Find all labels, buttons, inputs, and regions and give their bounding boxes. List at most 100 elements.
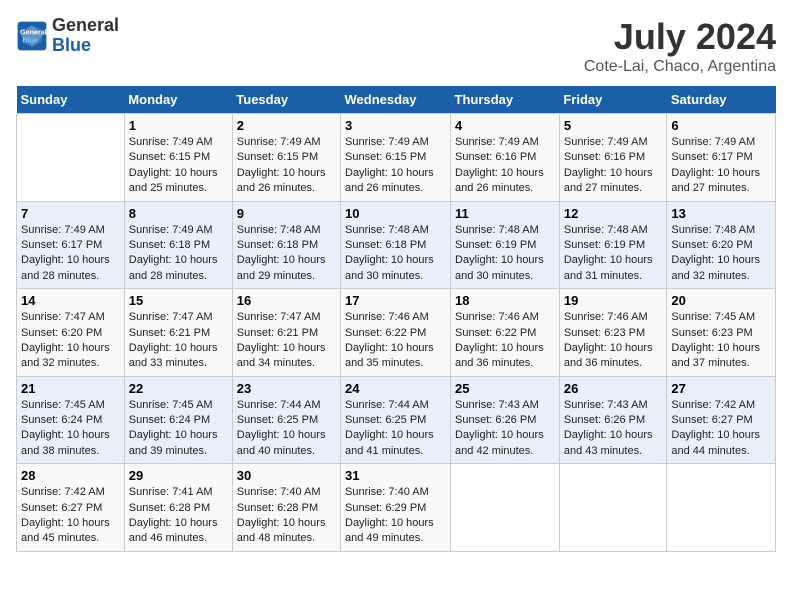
calendar-cell: 20Sunrise: 7:45 AM Sunset: 6:23 PM Dayli… [667,289,776,377]
calendar-week-row: 21 Sunrise: 7:45 AM Sunset: 6:24 PM Dayli… [17,376,776,464]
logo-icon: General Blue [16,20,48,52]
calendar-header: SundayMondayTuesdayWednesdayThursdayFrid… [17,86,776,114]
day-number: 18 [455,293,555,308]
page-header: General Blue General Blue July 2024 Cote… [16,16,776,76]
day-number: 15 [129,293,228,308]
calendar-cell: 10Sunrise: 7:48 AM Sunset: 6:18 PM Dayli… [341,201,451,289]
calendar-cell: 28 Sunrise: 7:42 AM Sunset: 6:27 PM Dayli… [17,464,125,552]
logo: General Blue General Blue [16,16,119,56]
day-info: Sunrise: 7:49 AM Sunset: 6:15 PM Dayligh… [129,135,228,197]
calendar-cell: 2Sunrise: 7:49 AM Sunset: 6:15 PM Daylig… [232,114,340,202]
day-info: Sunrise: 7:42 AM Sunset: 6:27 PM Dayligh… [671,398,771,460]
day-number: 17 [345,293,446,308]
day-number: 24 [345,381,446,396]
header-day: Wednesday [341,86,451,114]
calendar-cell: 3 Sunrise: 7:49 AM Sunset: 6:15 PM Daylig… [341,114,451,202]
calendar-cell: 16Sunrise: 7:47 AM Sunset: 6:21 PM Dayli… [232,289,340,377]
day-number: 1 [129,118,228,133]
calendar-cell: 13 Sunrise: 7:48 AM Sunset: 6:20 PM Dayli… [667,201,776,289]
main-title: July 2024 [584,16,776,58]
calendar-cell [667,464,776,552]
day-number: 3 [345,118,446,133]
calendar-cell: 12 Sunrise: 7:48 AM Sunset: 6:19 PM Dayli… [559,201,667,289]
day-info: Sunrise: 7:49 AM Sunset: 6:16 PM Dayligh… [455,135,555,197]
day-number: 25 [455,381,555,396]
day-info: Sunrise: 7:44 AM Sunset: 6:25 PM Dayligh… [345,398,446,460]
day-number: 12 [564,206,663,221]
calendar-cell: 6 Sunrise: 7:49 AM Sunset: 6:17 PM Daylig… [667,114,776,202]
calendar-cell: 26Sunrise: 7:43 AM Sunset: 6:26 PM Dayli… [559,376,667,464]
subtitle: Cote-Lai, Chaco, Argentina [584,58,776,76]
calendar-cell: 11 Sunrise: 7:48 AM Sunset: 6:19 PM Dayli… [451,201,560,289]
calendar-cell: 8 Sunrise: 7:49 AM Sunset: 6:18 PM Daylig… [124,201,232,289]
day-number: 9 [237,206,336,221]
calendar-cell: 5 Sunrise: 7:49 AM Sunset: 6:16 PM Daylig… [559,114,667,202]
calendar-week-row: 28 Sunrise: 7:42 AM Sunset: 6:27 PM Dayli… [17,464,776,552]
day-info: Sunrise: 7:46 AM Sunset: 6:22 PM Dayligh… [455,310,555,372]
header-day: Monday [124,86,232,114]
calendar-cell: 9 Sunrise: 7:48 AM Sunset: 6:18 PM Daylig… [232,201,340,289]
calendar-cell: 29Sunrise: 7:41 AM Sunset: 6:28 PM Dayli… [124,464,232,552]
day-number: 4 [455,118,555,133]
day-number: 19 [564,293,663,308]
calendar-week-row: 7 Sunrise: 7:49 AM Sunset: 6:17 PM Daylig… [17,201,776,289]
day-number: 23 [237,381,336,396]
day-info: Sunrise: 7:48 AM Sunset: 6:18 PM Dayligh… [345,223,446,285]
day-number: 31 [345,468,446,483]
calendar-cell: 21 Sunrise: 7:45 AM Sunset: 6:24 PM Dayli… [17,376,125,464]
calendar-cell [17,114,125,202]
calendar-cell: 7 Sunrise: 7:49 AM Sunset: 6:17 PM Daylig… [17,201,125,289]
day-info: Sunrise: 7:41 AM Sunset: 6:28 PM Dayligh… [129,485,228,547]
day-number: 21 [21,381,120,396]
svg-text:Blue: Blue [22,35,38,44]
calendar-cell [451,464,560,552]
header-day: Thursday [451,86,560,114]
day-number: 28 [21,468,120,483]
calendar-cell: 4 Sunrise: 7:49 AM Sunset: 6:16 PM Daylig… [451,114,560,202]
day-number: 5 [564,118,663,133]
day-info: Sunrise: 7:46 AM Sunset: 6:22 PM Dayligh… [345,310,446,372]
day-number: 30 [237,468,336,483]
calendar-week-row: 1 Sunrise: 7:49 AM Sunset: 6:15 PM Daylig… [17,114,776,202]
calendar-cell: 19Sunrise: 7:46 AM Sunset: 6:23 PM Dayli… [559,289,667,377]
header-day: Saturday [667,86,776,114]
day-info: Sunrise: 7:42 AM Sunset: 6:27 PM Dayligh… [21,485,120,547]
header-day: Friday [559,86,667,114]
day-info: Sunrise: 7:49 AM Sunset: 6:15 PM Dayligh… [237,135,336,197]
calendar-cell: 1 Sunrise: 7:49 AM Sunset: 6:15 PM Daylig… [124,114,232,202]
title-block: July 2024 Cote-Lai, Chaco, Argentina [584,16,776,76]
calendar-table: SundayMondayTuesdayWednesdayThursdayFrid… [16,86,776,552]
day-info: Sunrise: 7:40 AM Sunset: 6:28 PM Dayligh… [237,485,336,547]
day-number: 16 [237,293,336,308]
calendar-cell: 24 Sunrise: 7:44 AM Sunset: 6:25 PM Dayli… [341,376,451,464]
day-info: Sunrise: 7:45 AM Sunset: 6:24 PM Dayligh… [21,398,120,460]
day-info: Sunrise: 7:40 AM Sunset: 6:29 PM Dayligh… [345,485,446,547]
calendar-cell: 31 Sunrise: 7:40 AM Sunset: 6:29 PM Dayli… [341,464,451,552]
calendar-cell: 23Sunrise: 7:44 AM Sunset: 6:25 PM Dayli… [232,376,340,464]
day-number: 7 [21,206,120,221]
day-info: Sunrise: 7:49 AM Sunset: 6:18 PM Dayligh… [129,223,228,285]
day-number: 11 [455,206,555,221]
calendar-cell: 30 Sunrise: 7:40 AM Sunset: 6:28 PM Dayli… [232,464,340,552]
day-number: 6 [671,118,771,133]
day-info: Sunrise: 7:48 AM Sunset: 6:19 PM Dayligh… [564,223,663,285]
calendar-body: 1 Sunrise: 7:49 AM Sunset: 6:15 PM Daylig… [17,114,776,552]
day-info: Sunrise: 7:43 AM Sunset: 6:26 PM Dayligh… [455,398,555,460]
day-number: 13 [671,206,771,221]
day-info: Sunrise: 7:48 AM Sunset: 6:19 PM Dayligh… [455,223,555,285]
day-number: 20 [671,293,771,308]
calendar-cell: 18 Sunrise: 7:46 AM Sunset: 6:22 PM Dayli… [451,289,560,377]
calendar-cell: 22Sunrise: 7:45 AM Sunset: 6:24 PM Dayli… [124,376,232,464]
day-info: Sunrise: 7:49 AM Sunset: 6:16 PM Dayligh… [564,135,663,197]
day-info: Sunrise: 7:49 AM Sunset: 6:17 PM Dayligh… [21,223,120,285]
day-number: 22 [129,381,228,396]
day-number: 27 [671,381,771,396]
day-info: Sunrise: 7:48 AM Sunset: 6:18 PM Dayligh… [237,223,336,285]
calendar-cell: 14Sunrise: 7:47 AM Sunset: 6:20 PM Dayli… [17,289,125,377]
calendar-cell: 25 Sunrise: 7:43 AM Sunset: 6:26 PM Dayli… [451,376,560,464]
calendar-cell [559,464,667,552]
day-info: Sunrise: 7:49 AM Sunset: 6:17 PM Dayligh… [671,135,771,197]
day-info: Sunrise: 7:48 AM Sunset: 6:20 PM Dayligh… [671,223,771,285]
day-info: Sunrise: 7:49 AM Sunset: 6:15 PM Dayligh… [345,135,446,197]
day-number: 8 [129,206,228,221]
